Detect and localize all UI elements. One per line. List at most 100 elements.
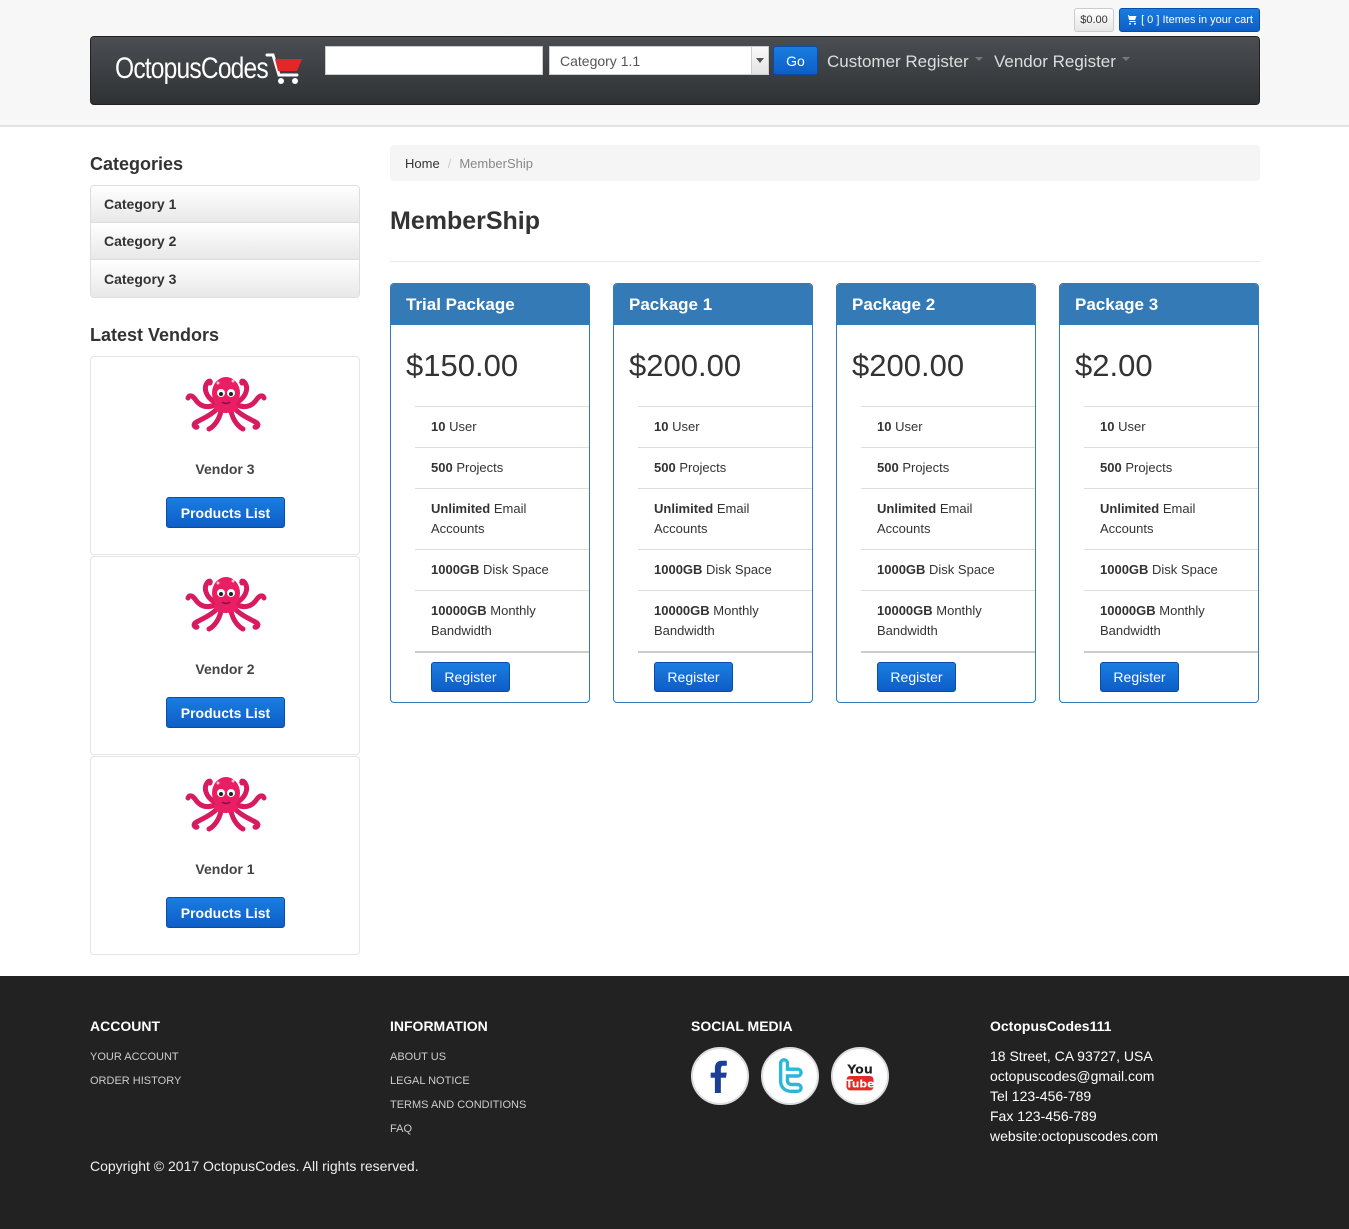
feature-item: Unlimited Email Accounts bbox=[415, 489, 589, 550]
company-title: OctopusCodes111 bbox=[990, 1018, 1112, 1034]
cart-button[interactable]: [ 0 ] Itemes in your cart bbox=[1119, 8, 1260, 32]
category-list: Category 1 Category 2 Category 3 bbox=[90, 185, 360, 298]
package-name: Trial Package bbox=[391, 284, 589, 325]
vendor-register-label: Vendor Register bbox=[994, 52, 1116, 71]
navbar: OctopusCodes Category 1.1 Go Customer Re… bbox=[90, 36, 1260, 105]
category-item[interactable]: Category 2 bbox=[91, 223, 359, 260]
svg-text:Tube: Tube bbox=[846, 1078, 875, 1091]
feature-item: 10000GB Monthly Bandwidth bbox=[415, 591, 589, 653]
contact-fax: Fax 123-456-789 bbox=[990, 1108, 1097, 1124]
information-title: INFORMATION bbox=[390, 1018, 488, 1034]
facebook-icon[interactable] bbox=[691, 1047, 749, 1105]
package-card: Package 2 $200.00 10 User 500 Projects U… bbox=[836, 283, 1036, 703]
vendor-register-menu[interactable]: Vendor Register bbox=[994, 52, 1130, 72]
category-select-value: Category 1.1 bbox=[560, 52, 641, 69]
feature-item: 1000GB Disk Space bbox=[861, 550, 1035, 591]
contact-website: website:octopuscodes.com bbox=[990, 1128, 1159, 1144]
feature-item: 1000GB Disk Space bbox=[415, 550, 589, 591]
customer-register-label: Customer Register bbox=[827, 52, 969, 71]
go-button[interactable]: Go bbox=[773, 46, 818, 75]
twitter-icon[interactable] bbox=[761, 1047, 819, 1105]
breadcrumb: Home / MemberShip bbox=[390, 145, 1260, 181]
package-card: Trial Package $150.00 10 User 500 Projec… bbox=[390, 283, 590, 703]
feature-item: 10000GB Monthly Bandwidth bbox=[861, 591, 1035, 653]
feature-item: 10 User bbox=[638, 407, 812, 448]
caret-down-icon bbox=[974, 57, 983, 61]
feature-item: 500 Projects bbox=[638, 448, 812, 489]
feature-item: 10000GB Monthly Bandwidth bbox=[638, 591, 812, 653]
chevron-down-icon bbox=[751, 47, 768, 74]
octopus-icon bbox=[185, 771, 267, 833]
package-features: 10 User 500 Projects Unlimited Email Acc… bbox=[415, 406, 589, 653]
feature-item: 10 User bbox=[415, 407, 589, 448]
feature-item: Unlimited Email Accounts bbox=[1084, 489, 1258, 550]
footer: ACCOUNT YOUR ACCOUNT ORDER HISTORY INFOR… bbox=[0, 976, 1349, 1229]
svg-text:You: You bbox=[846, 1061, 873, 1076]
octopus-icon bbox=[185, 371, 267, 433]
latest-vendors-title: Latest Vendors bbox=[90, 325, 220, 345]
categories-title: Categories bbox=[90, 154, 184, 174]
vendor-name: Vendor 1 bbox=[195, 861, 255, 877]
vendor-card: Vendor 1 Products List bbox=[90, 756, 360, 955]
shopping-cart-icon bbox=[265, 53, 302, 84]
package-features: 10 User 500 Projects Unlimited Email Acc… bbox=[1084, 406, 1258, 653]
breadcrumb-current: MemberShip bbox=[459, 155, 534, 171]
contact-address: 18 Street, CA 93727, USA bbox=[990, 1048, 1153, 1064]
legal-notice-link[interactable]: LEGAL NOTICE bbox=[390, 1075, 470, 1087]
youtube-icon[interactable]: You Tube bbox=[831, 1047, 889, 1105]
search-input[interactable] bbox=[325, 46, 543, 75]
package-features: 10 User 500 Projects Unlimited Email Acc… bbox=[861, 406, 1035, 653]
feature-item: Unlimited Email Accounts bbox=[638, 489, 812, 550]
contact-tel: Tel 123-456-789 bbox=[990, 1088, 1092, 1104]
about-us-link[interactable]: ABOUT US bbox=[390, 1051, 446, 1063]
package-name: Package 3 bbox=[1060, 284, 1258, 325]
terms-link[interactable]: TERMS AND CONDITIONS bbox=[390, 1099, 526, 1111]
feature-item: 1000GB Disk Space bbox=[1084, 550, 1258, 591]
order-history-link[interactable]: ORDER HISTORY bbox=[90, 1075, 181, 1087]
vendor-card: Vendor 3 Products List bbox=[90, 356, 360, 555]
feature-item: 10000GB Monthly Bandwidth bbox=[1084, 591, 1258, 653]
products-list-button[interactable]: Products List bbox=[166, 697, 285, 728]
feature-item: 10 User bbox=[1084, 407, 1258, 448]
category-select[interactable]: Category 1.1 bbox=[549, 46, 769, 75]
package-card: Package 3 $2.00 10 User 500 Projects Unl… bbox=[1059, 283, 1259, 703]
products-list-button[interactable]: Products List bbox=[166, 897, 285, 928]
register-button[interactable]: Register bbox=[431, 662, 510, 692]
vendor-name: Vendor 3 bbox=[195, 461, 255, 477]
breadcrumb-separator: / bbox=[447, 155, 452, 171]
package-price: $200.00 bbox=[852, 348, 965, 383]
category-item[interactable]: Category 3 bbox=[91, 260, 359, 297]
vendor-card: Vendor 2 Products List bbox=[90, 556, 360, 755]
register-button[interactable]: Register bbox=[877, 662, 956, 692]
faq-link[interactable]: FAQ bbox=[390, 1123, 412, 1135]
account-title: ACCOUNT bbox=[90, 1018, 160, 1034]
copyright: Copyright © 2017 OctopusCodes. All right… bbox=[90, 1158, 419, 1174]
category-item[interactable]: Category 1 bbox=[91, 186, 359, 223]
feature-item: 10 User bbox=[861, 407, 1035, 448]
cart-icon bbox=[1126, 15, 1137, 25]
package-price: $150.00 bbox=[406, 348, 519, 383]
cart-total-button[interactable]: $0.00 bbox=[1074, 8, 1114, 32]
cart-label: [ 0 ] Itemes in your cart bbox=[1141, 14, 1253, 26]
brand-name: OctopusCodes bbox=[115, 52, 269, 85]
register-button[interactable]: Register bbox=[654, 662, 733, 692]
vendor-name: Vendor 2 bbox=[195, 661, 255, 677]
brand-logo[interactable]: OctopusCodes bbox=[115, 51, 305, 87]
breadcrumb-home-link[interactable]: Home bbox=[405, 156, 440, 171]
package-card: Package 1 $200.00 10 User 500 Projects U… bbox=[613, 283, 813, 703]
package-name: Package 1 bbox=[614, 284, 812, 325]
feature-item: 1000GB Disk Space bbox=[638, 550, 812, 591]
contact-email: octopuscodes@gmail.com bbox=[990, 1068, 1155, 1084]
feature-item: Unlimited Email Accounts bbox=[861, 489, 1035, 550]
octopus-icon bbox=[185, 571, 267, 633]
your-account-link[interactable]: YOUR ACCOUNT bbox=[90, 1051, 179, 1063]
title-divider bbox=[390, 261, 1260, 262]
products-list-button[interactable]: Products List bbox=[166, 497, 285, 528]
package-features: 10 User 500 Projects Unlimited Email Acc… bbox=[638, 406, 812, 653]
package-price: $2.00 bbox=[1075, 348, 1153, 383]
feature-item: 500 Projects bbox=[1084, 448, 1258, 489]
social-media-title: SOCIAL MEDIA bbox=[691, 1018, 793, 1034]
customer-register-menu[interactable]: Customer Register bbox=[827, 52, 983, 72]
package-price: $200.00 bbox=[629, 348, 742, 383]
register-button[interactable]: Register bbox=[1100, 662, 1179, 692]
